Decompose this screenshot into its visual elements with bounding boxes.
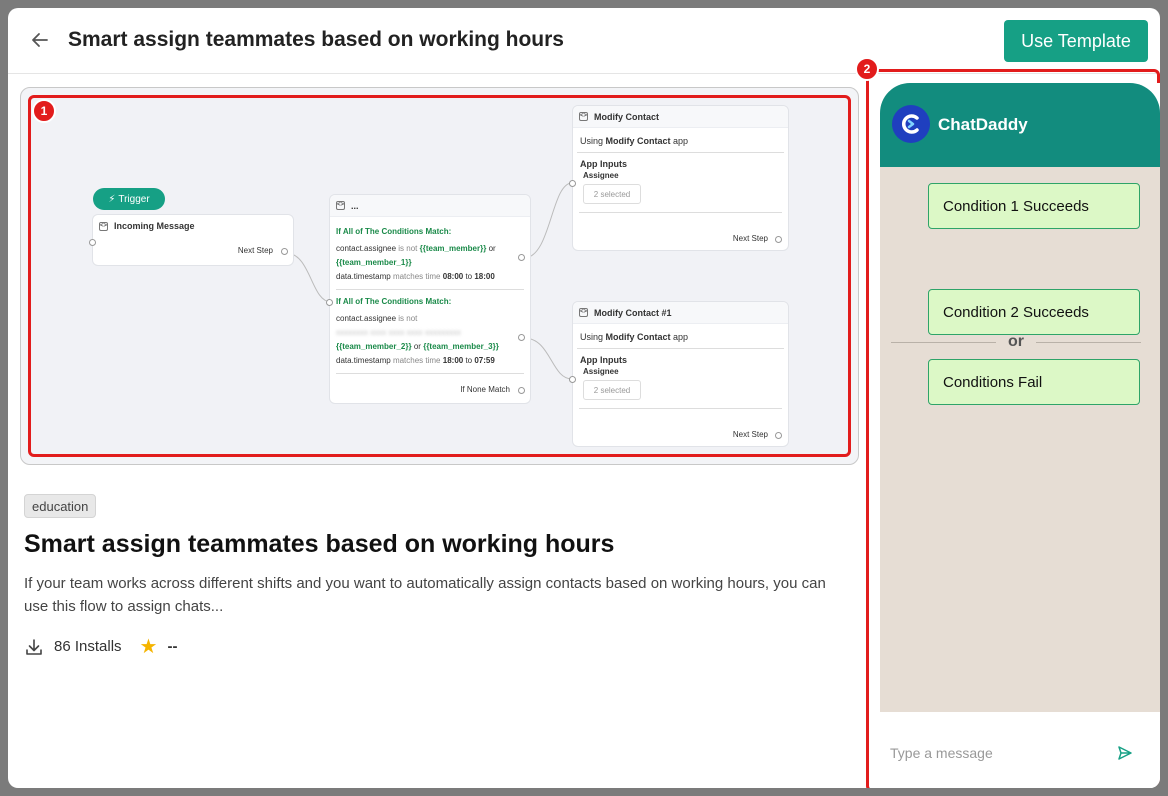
output-port[interactable] xyxy=(281,248,288,255)
code-icon: <> xyxy=(579,308,588,317)
template-title: Smart assign teammates based on working … xyxy=(24,530,615,558)
output-port[interactable] xyxy=(775,236,782,243)
assignee-chip: 2 selected xyxy=(583,380,641,400)
chat-header: ChatDaddy xyxy=(880,83,1160,167)
installs-count: 86 Installs xyxy=(54,638,122,655)
annotation-marker: 2 xyxy=(855,57,879,81)
assignee-label: Assignee xyxy=(583,171,619,180)
modify-contact-node[interactable]: <> Modify Contact Using Modify Contact a… xyxy=(569,105,789,251)
use-template-button[interactable]: Use Template xyxy=(1004,20,1148,62)
condition-1-button[interactable]: Condition 1 Succeeds xyxy=(928,183,1140,229)
blurred-value: xxxxxxxx xxxx xxxx xxxx xxxxxxxxx xyxy=(336,328,461,337)
next-step-label: Next Step xyxy=(732,234,768,243)
trigger-badge: ⚡ Trigger xyxy=(93,188,165,210)
flow-canvas[interactable]: ⚡ Trigger <> Incoming Message Next Step … xyxy=(28,95,851,457)
next-step-label: Next Step xyxy=(732,430,768,439)
or-divider: or xyxy=(891,333,1141,351)
time-to-word: to xyxy=(465,272,473,281)
input-port[interactable] xyxy=(89,239,96,246)
condition-field: data.timestamp xyxy=(336,272,391,281)
rating-value: -- xyxy=(167,638,178,655)
modify-contact-node[interactable]: <> Modify Contact #1 Using Modify Contac… xyxy=(569,301,789,447)
using-app: Modify Contact xyxy=(605,136,671,146)
condition-value: {{team_member}} xyxy=(419,244,487,253)
output-port[interactable] xyxy=(775,432,782,439)
node-title: Modify Contact #1 xyxy=(594,307,672,318)
condition-operator: is not xyxy=(398,244,418,253)
condition-operator: matches time xyxy=(392,356,441,365)
chat-preview: ChatDaddy Condition 1 Succeeds or Condit… xyxy=(880,83,1160,788)
star-icon: ★ xyxy=(139,636,158,658)
page-title: Smart assign teammates based on working … xyxy=(68,28,564,51)
none-match-label: If None Match xyxy=(460,385,510,394)
time-to: 07:59 xyxy=(474,356,495,365)
time-to: 18:00 xyxy=(474,272,495,281)
template-stats: 86 Installs ★ -- xyxy=(24,634,177,659)
node-title: Modify Contact xyxy=(594,111,659,122)
condition-field: contact.assignee xyxy=(336,244,397,253)
node-title: ... xyxy=(351,200,359,211)
template-modal: Smart assign teammates based on working … xyxy=(8,8,1160,788)
output-port[interactable] xyxy=(518,254,525,261)
condition-value: {{team_member_3}} xyxy=(423,342,499,351)
connector-condition2-to-modify2 xyxy=(523,337,573,380)
condition-operator: matches time xyxy=(392,272,441,281)
back-button[interactable] xyxy=(28,28,52,52)
arrow-left-icon xyxy=(32,33,48,47)
flow-preview: ⚡ Trigger <> Incoming Message Next Step … xyxy=(20,87,859,465)
condition-value: {{team_member_1}} xyxy=(336,258,412,267)
trigger-label: Trigger xyxy=(118,193,150,205)
code-icon: <> xyxy=(99,221,108,231)
lightning-icon: ⚡ xyxy=(108,193,116,205)
condition-2-button[interactable]: Condition 2 Succeeds xyxy=(928,289,1140,335)
conditions-fail-button[interactable]: Conditions Fail xyxy=(928,359,1140,405)
using-prefix: Using xyxy=(580,136,604,146)
category-tag: education xyxy=(24,494,97,518)
annotation-marker: 1 xyxy=(32,99,56,123)
template-description: If your team works across different shif… xyxy=(24,575,826,615)
next-step-label: Next Step xyxy=(237,246,273,255)
incoming-message-node[interactable]: <> Incoming Message Next Step xyxy=(89,214,294,266)
assignee-label: Assignee xyxy=(583,367,619,376)
chatdaddy-logo-icon xyxy=(892,105,930,143)
message-input[interactable] xyxy=(890,742,1110,764)
chat-contact-name: ChatDaddy xyxy=(938,115,1028,134)
node-title: Incoming Message xyxy=(114,221,195,231)
condition-value: {{team_member_2}} xyxy=(336,342,412,351)
download-icon xyxy=(26,638,42,655)
condition-field: contact.assignee xyxy=(336,314,397,323)
using-suffix: app xyxy=(673,136,689,146)
input-port[interactable] xyxy=(569,376,576,383)
assignee-chip: 2 selected xyxy=(583,184,641,204)
time-from: 18:00 xyxy=(442,356,464,365)
time-to-word: to xyxy=(465,356,473,365)
or-label: or xyxy=(1008,333,1024,350)
chat-input-bar xyxy=(880,712,1160,788)
connector-condition1-to-modify1 xyxy=(523,182,573,259)
condition-heading-1: If All of The Conditions Match: xyxy=(336,227,452,236)
condition-node[interactable]: <> ... If All of The Conditions Match: c… xyxy=(326,194,531,404)
using-prefix: Using xyxy=(580,332,604,342)
time-from: 08:00 xyxy=(442,272,464,281)
chat-body: Condition 1 Succeeds or Condition 2 Succ… xyxy=(880,167,1160,712)
code-icon: <> xyxy=(336,201,345,210)
condition-operator: is not xyxy=(398,314,418,323)
code-icon: <> xyxy=(579,112,588,121)
condition-join: or xyxy=(413,342,421,351)
app-inputs-label: App Inputs xyxy=(580,159,627,169)
condition-field: data.timestamp xyxy=(336,356,391,365)
condition-heading-2: If All of The Conditions Match: xyxy=(336,297,452,306)
app-inputs-label: App Inputs xyxy=(580,355,627,365)
using-suffix: app xyxy=(673,332,689,342)
using-app: Modify Contact xyxy=(605,332,671,342)
input-port[interactable] xyxy=(326,299,333,306)
condition-join: or xyxy=(488,244,496,253)
output-port[interactable] xyxy=(518,387,525,394)
modal-header: Smart assign teammates based on working … xyxy=(8,8,1160,74)
output-port[interactable] xyxy=(518,334,525,341)
input-port[interactable] xyxy=(569,180,576,187)
send-icon[interactable] xyxy=(1116,744,1134,762)
